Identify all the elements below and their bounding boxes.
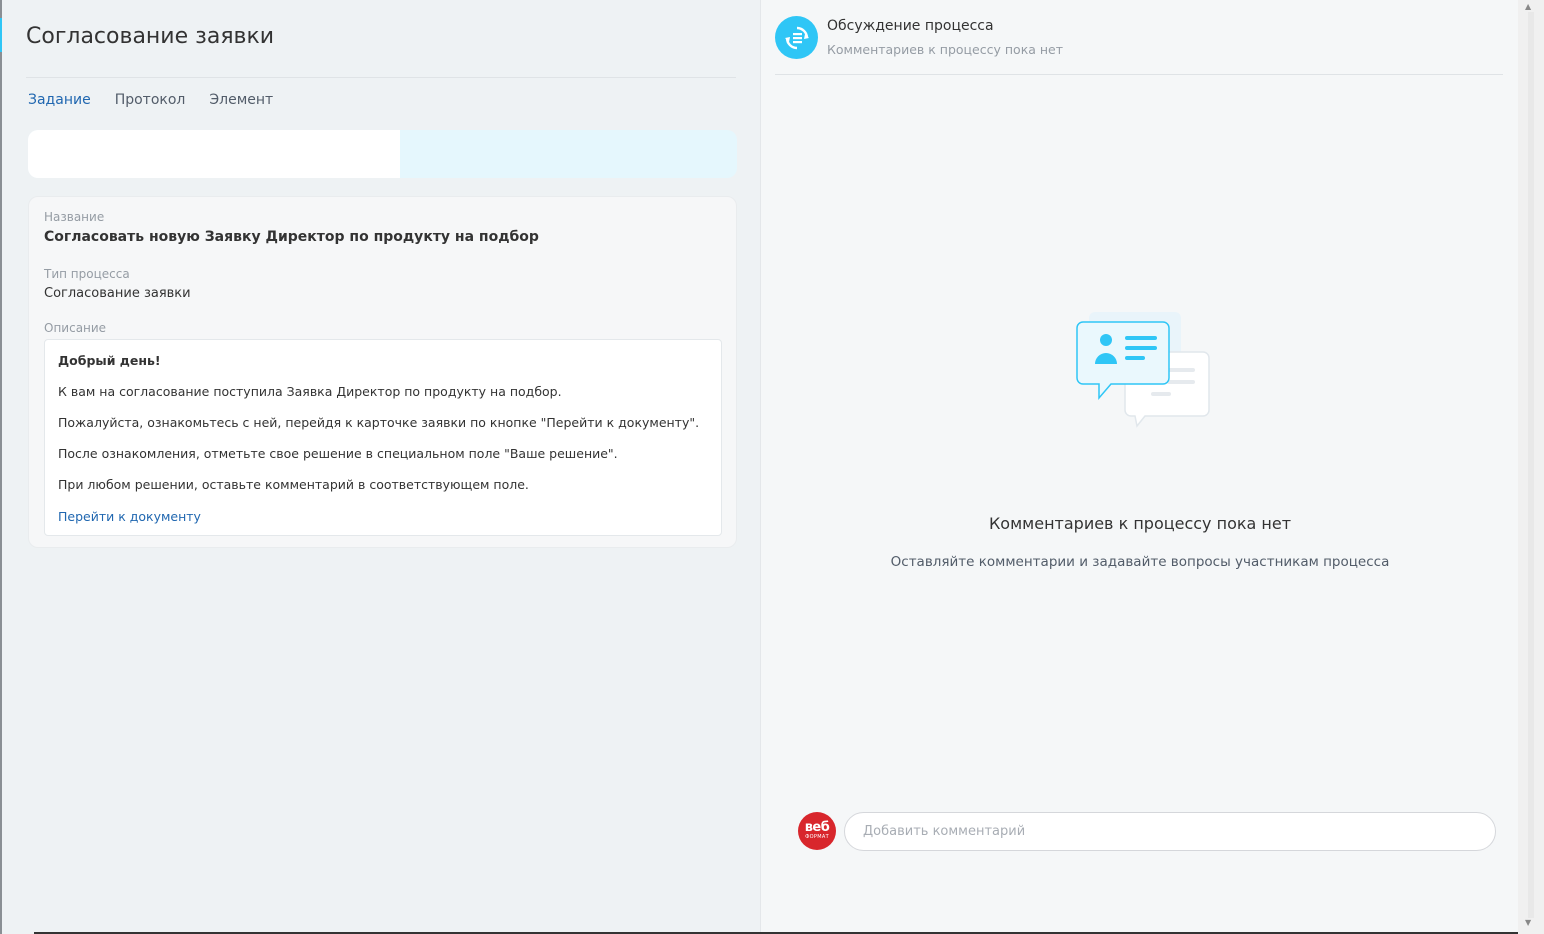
tabs: Задание Протокол Элемент xyxy=(28,92,273,108)
description-greeting: Добрый день! xyxy=(58,353,161,368)
process-discussion-icon xyxy=(775,16,818,59)
page-title: Согласование заявки xyxy=(26,24,275,49)
empty-state-text: Оставляйте комментарии и задавайте вопро… xyxy=(890,554,1390,570)
avatar[interactable]: веб ФОРМАТ xyxy=(798,812,836,850)
progress-bar xyxy=(28,130,737,178)
description-line: К вам на согласование поступила Заявка Д… xyxy=(58,384,562,399)
avatar-logo-text: веб xyxy=(804,820,830,835)
task-name: Согласовать новую Заявку Директор по про… xyxy=(44,229,539,245)
title-divider xyxy=(26,77,736,78)
tab-protocol[interactable]: Протокол xyxy=(115,92,186,108)
scroll-up-icon[interactable]: ▲ xyxy=(1525,2,1531,11)
task-panel: Согласование заявки Задание Протокол Эле… xyxy=(2,0,760,934)
tab-element[interactable]: Элемент xyxy=(209,92,273,108)
chat-divider xyxy=(775,74,1503,75)
tab-task[interactable]: Задание xyxy=(28,92,91,108)
description-line: После ознакомления, отметьте свое решени… xyxy=(58,446,618,461)
process-type-label: Тип процесса xyxy=(44,267,130,281)
chat-subtitle: Комментариев к процессу пока нет xyxy=(827,42,1064,57)
description-label: Описание xyxy=(44,321,107,335)
scroll-down-icon[interactable]: ▼ xyxy=(1525,918,1531,927)
process-type-value: Согласование заявки xyxy=(44,286,191,301)
description-box: Добрый день! К вам на согласование посту… xyxy=(44,339,722,536)
scroll-track[interactable] xyxy=(1528,12,1534,918)
discussion-panel: Обсуждение процесса Комментариев к проце… xyxy=(760,0,1518,934)
description-line: При любом решении, оставьте комментарий … xyxy=(58,477,529,492)
empty-state-title: Комментариев к процессу пока нет xyxy=(988,514,1292,533)
task-card: Название Согласовать новую Заявку Директ… xyxy=(28,196,737,548)
go-to-document-link[interactable]: Перейти к документу xyxy=(58,509,201,524)
comment-input[interactable] xyxy=(844,812,1496,851)
chat-title: Обсуждение процесса xyxy=(827,18,994,34)
chat-bubbles-icon xyxy=(1071,308,1211,433)
description-line: Пожалуйста, ознакомьтесь с ней, перейдя … xyxy=(58,415,700,430)
scrollbar[interactable]: ▲ ▼ xyxy=(1518,0,1544,934)
progress-fill xyxy=(28,130,401,178)
name-label: Название xyxy=(44,210,105,224)
avatar-logo-subtext: ФОРМАТ xyxy=(805,834,829,840)
